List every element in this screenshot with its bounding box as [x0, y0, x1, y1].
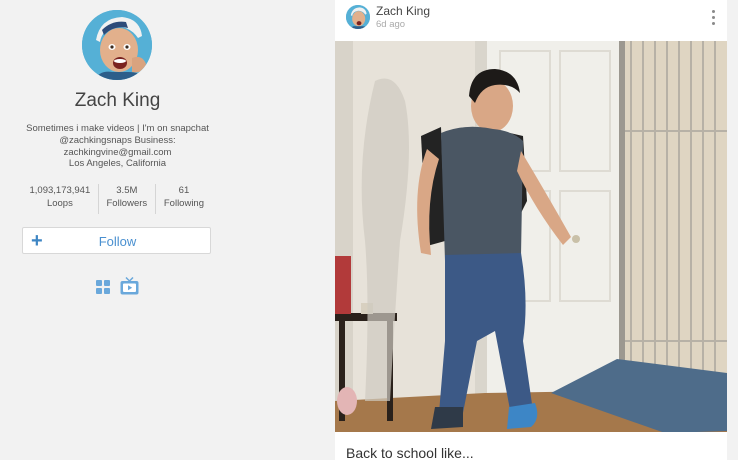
stat-value: 61 — [178, 185, 190, 196]
profile-bio: Sometimes i make videos | I'm on snapcha… — [10, 123, 225, 170]
bio-line: Sometimes i make videos | I'm on snapcha… — [26, 123, 209, 134]
post-card: Zach King 6d ago Back to school like... — [335, 0, 727, 460]
profile-name: Zach King — [74, 90, 161, 111]
kebab-menu-icon[interactable] — [707, 10, 719, 30]
post-video[interactable] — [335, 41, 727, 432]
profile-stats: 1,093,173,941 Loops 3.5M Followers 61 Fo… — [22, 184, 212, 214]
bio-line: @zachkingsnaps Business: — [59, 134, 176, 146]
stat-label: Followers — [106, 198, 148, 209]
stat-label: Following — [163, 198, 205, 209]
profile-panel: Zach King Sometimes i make videos | I'm … — [0, 0, 235, 460]
stat-value: 3.5M — [116, 185, 138, 196]
stat-value: 1,093,173,941 — [29, 185, 91, 196]
grid-icon[interactable] — [96, 280, 110, 294]
profile-avatar[interactable] — [82, 10, 152, 80]
tv-icon[interactable] — [120, 277, 139, 295]
post-avatar-image — [346, 5, 370, 29]
post-caption: Back to school like... — [346, 445, 474, 460]
bio-email[interactable]: zachkingvine@gmail.com — [10, 147, 225, 159]
stat-loops: 1,093,173,941 Loops — [22, 184, 98, 214]
avatar-image — [82, 10, 152, 80]
post-author-avatar[interactable] — [346, 5, 370, 29]
view-toggle — [95, 277, 145, 297]
video-frame — [335, 41, 727, 432]
follow-label: Follow — [98, 234, 137, 249]
stat-followers[interactable]: 3.5M Followers — [97, 184, 155, 214]
bio-location: Los Angeles, California — [68, 158, 167, 170]
post-timestamp[interactable]: 6d ago — [376, 19, 405, 30]
post-author-name[interactable]: Zach King — [376, 4, 430, 18]
stat-following[interactable]: 61 Following — [154, 184, 212, 214]
stat-label: Loops — [46, 198, 73, 209]
follow-button[interactable]: + Follow — [22, 227, 211, 254]
